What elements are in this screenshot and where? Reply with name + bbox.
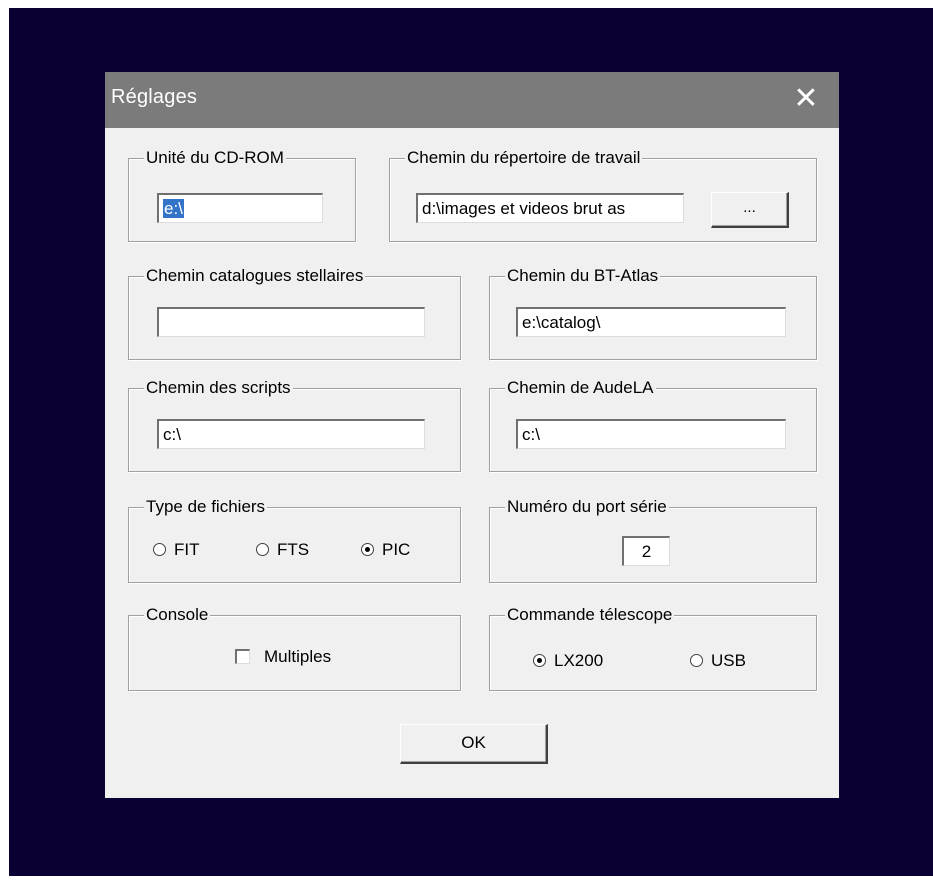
radio-fts-circle bbox=[256, 543, 269, 556]
cdrom-input[interactable]: e:\ bbox=[157, 193, 323, 223]
filetype-label: Type de fichiers bbox=[144, 497, 268, 517]
btatlas-value: e:\catalog\ bbox=[522, 313, 601, 332]
workdir-label: Chemin du répertoire de travail bbox=[405, 148, 643, 168]
radio-fts[interactable]: FTS bbox=[256, 539, 309, 561]
radio-fit-label: FIT bbox=[174, 540, 200, 559]
dialog-title: Réglages bbox=[111, 86, 198, 108]
radio-fit-circle bbox=[153, 543, 166, 556]
settings-dialog: Réglages ✕ Unité du CD-ROM e:\ Chemin du… bbox=[105, 72, 839, 798]
scripts-group: Chemin des scripts c:\ bbox=[128, 378, 461, 472]
radio-usb-label: USB bbox=[711, 651, 746, 670]
radio-lx200-label: LX200 bbox=[554, 651, 604, 670]
radio-pic-circle bbox=[361, 543, 374, 556]
workdir-group: Chemin du répertoire de travail d:\image… bbox=[389, 148, 817, 242]
console-group: Console Multiples bbox=[128, 605, 461, 691]
radio-usb-circle bbox=[690, 654, 703, 667]
ok-label: OK bbox=[461, 733, 486, 752]
workdir-value: d:\images et videos brut as bbox=[422, 199, 626, 218]
scripts-input[interactable]: c:\ bbox=[157, 419, 425, 449]
radio-fit[interactable]: FIT bbox=[153, 539, 200, 561]
cdrom-label: Unité du CD-ROM bbox=[144, 148, 286, 168]
radio-pic-label: PIC bbox=[382, 540, 411, 559]
serial-input[interactable]: 2 bbox=[622, 536, 670, 566]
multiples-checkbox-label: Multiples bbox=[264, 647, 332, 666]
catalogues-group: Chemin catalogues stellaires bbox=[128, 266, 461, 360]
radio-lx200-circle bbox=[533, 654, 546, 667]
scripts-value: c:\ bbox=[163, 425, 181, 444]
radio-fts-label: FTS bbox=[277, 540, 310, 559]
audela-label: Chemin de AudeLA bbox=[505, 378, 656, 398]
serial-group: Numéro du port série 2 bbox=[489, 497, 817, 583]
audela-group: Chemin de AudeLA c:\ bbox=[489, 378, 817, 472]
catalogues-label: Chemin catalogues stellaires bbox=[144, 266, 366, 286]
radio-usb[interactable]: USB bbox=[690, 650, 746, 672]
console-label: Console bbox=[144, 605, 211, 625]
browse-label: ... bbox=[743, 199, 756, 216]
title-bar[interactable]: Réglages ✕ bbox=[105, 72, 839, 128]
telescope-group: Commande télescope LX200 USB bbox=[489, 605, 817, 691]
ok-button[interactable]: OK bbox=[400, 724, 548, 764]
close-icon[interactable]: ✕ bbox=[791, 80, 821, 118]
serial-value: 2 bbox=[641, 542, 652, 561]
cdrom-group: Unité du CD-ROM e:\ bbox=[128, 148, 356, 242]
audela-input[interactable]: c:\ bbox=[516, 419, 786, 449]
workdir-input[interactable]: d:\images et videos brut as bbox=[416, 193, 684, 223]
browse-button[interactable]: ... bbox=[711, 192, 789, 228]
radio-lx200[interactable]: LX200 bbox=[533, 650, 603, 672]
telescope-label: Commande télescope bbox=[505, 605, 675, 625]
catalogues-input[interactable] bbox=[157, 307, 425, 337]
multiples-checkbox[interactable]: Multiples bbox=[235, 646, 331, 668]
btatlas-input[interactable]: e:\catalog\ bbox=[516, 307, 786, 337]
radio-pic[interactable]: PIC bbox=[361, 539, 410, 561]
btatlas-label: Chemin du BT-Atlas bbox=[505, 266, 661, 286]
scripts-label: Chemin des scripts bbox=[144, 378, 293, 398]
filetype-group: Type de fichiers FIT FTS PIC bbox=[128, 497, 461, 583]
audela-value: c:\ bbox=[522, 425, 540, 444]
btatlas-group: Chemin du BT-Atlas e:\catalog\ bbox=[489, 266, 817, 360]
serial-label: Numéro du port série bbox=[505, 497, 669, 517]
cdrom-value: e:\ bbox=[163, 199, 184, 218]
multiples-checkbox-box bbox=[235, 649, 250, 664]
